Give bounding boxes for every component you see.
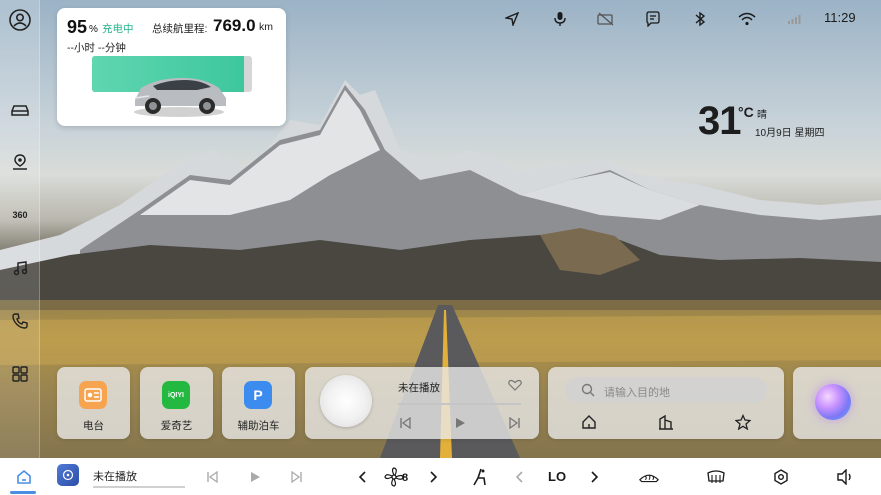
favorite-icon[interactable] [508, 379, 522, 391]
radio-icon [79, 381, 107, 409]
app-radio[interactable]: 电台 [57, 367, 130, 439]
temp-decrease-icon[interactable] [509, 466, 531, 488]
app-parking-assist[interactable]: P 辅助泊车 [222, 367, 295, 439]
weather-date: 10月9日 星期四 [755, 128, 825, 139]
battery-percent-unit: % [89, 24, 98, 35]
search-icon [581, 383, 595, 397]
app-label: 电台 [83, 420, 104, 432]
seat-recline-icon[interactable] [468, 466, 490, 488]
home-destination-icon[interactable] [580, 413, 598, 431]
charge-time-remaining: --小时 --分钟 [67, 42, 126, 54]
voice-assistant-card[interactable] [793, 367, 881, 439]
user-icon[interactable] [8, 8, 32, 32]
music-icon[interactable] [8, 256, 32, 280]
charging-status: 充电中 [102, 23, 134, 35]
left-sidebar: 360 [0, 0, 40, 458]
temperature-unit: °C [738, 104, 754, 120]
app-label: 爱奇艺 [160, 420, 193, 432]
company-destination-icon[interactable] [657, 413, 675, 431]
app-iqiyi[interactable]: iQIYI 爱奇艺 [140, 367, 213, 439]
camera-off-icon[interactable] [596, 9, 616, 29]
app-label: 辅助泊车 [237, 420, 280, 432]
media-title: 未在播放 [398, 382, 440, 394]
dock-play-icon[interactable] [244, 466, 266, 488]
album-disc [320, 375, 372, 427]
dock-previous-icon[interactable] [201, 466, 223, 488]
front-defrost-icon[interactable] [638, 466, 660, 488]
volume-icon[interactable] [834, 466, 856, 488]
phone-icon[interactable] [8, 309, 32, 333]
home-active-indicator [10, 491, 36, 494]
range-value: 769.0 [213, 16, 256, 35]
cabin-temperature: LO [548, 469, 567, 484]
favorite-destination-icon[interactable] [734, 413, 752, 431]
apps-icon[interactable] [8, 362, 32, 386]
battery-percent: 95 [67, 17, 88, 37]
message-icon[interactable] [643, 9, 663, 29]
fan-increase-icon[interactable] [422, 466, 444, 488]
dock-next-icon[interactable] [286, 466, 308, 488]
bluetooth-icon[interactable] [690, 9, 710, 29]
rear-defrost-icon[interactable] [705, 466, 727, 488]
navigation-icon[interactable] [502, 9, 522, 29]
car-image [134, 78, 226, 117]
temp-increase-icon[interactable] [583, 466, 605, 488]
battery-card[interactable]: 95 % 充电中 总续航里程: 769.0 km --小时 --分钟 [57, 8, 286, 126]
previous-track-icon[interactable] [398, 416, 412, 430]
search-placeholder: 请输入目的地 [604, 387, 670, 399]
voice-assistant-icon[interactable] [815, 384, 851, 420]
fan-decrease-icon[interactable] [352, 466, 374, 488]
navigation-card[interactable]: 请输入目的地 [548, 367, 784, 439]
bottom-dock: 未在播放 8 LO [0, 458, 881, 495]
dock-album-art[interactable] [57, 464, 79, 486]
parking-icon: P [244, 381, 272, 409]
temperature-value: 31 [698, 99, 741, 143]
signal-icon [784, 9, 804, 29]
dock-media-progress [93, 486, 185, 488]
fan-level: 8 [402, 472, 409, 484]
range-unit: km [259, 21, 273, 33]
next-track-icon[interactable] [508, 416, 522, 430]
car-icon[interactable] [8, 97, 32, 121]
play-icon[interactable] [453, 416, 467, 430]
microphone-icon[interactable] [550, 9, 570, 29]
location-icon[interactable] [8, 150, 32, 174]
home-icon[interactable] [13, 466, 35, 488]
clock: 11:29 [824, 10, 856, 25]
media-progress[interactable] [398, 403, 521, 405]
iqiyi-icon: iQIYI [162, 381, 190, 409]
range-label: 总续航里程: [152, 23, 208, 35]
dock-media-title: 未在播放 [93, 471, 137, 483]
media-card[interactable]: 未在播放 [305, 367, 539, 439]
vehicle-settings-icon[interactable] [770, 466, 792, 488]
weather-condition: 晴 [757, 110, 767, 121]
360-camera-icon[interactable]: 360 [8, 203, 32, 227]
wifi-icon[interactable] [737, 9, 757, 29]
